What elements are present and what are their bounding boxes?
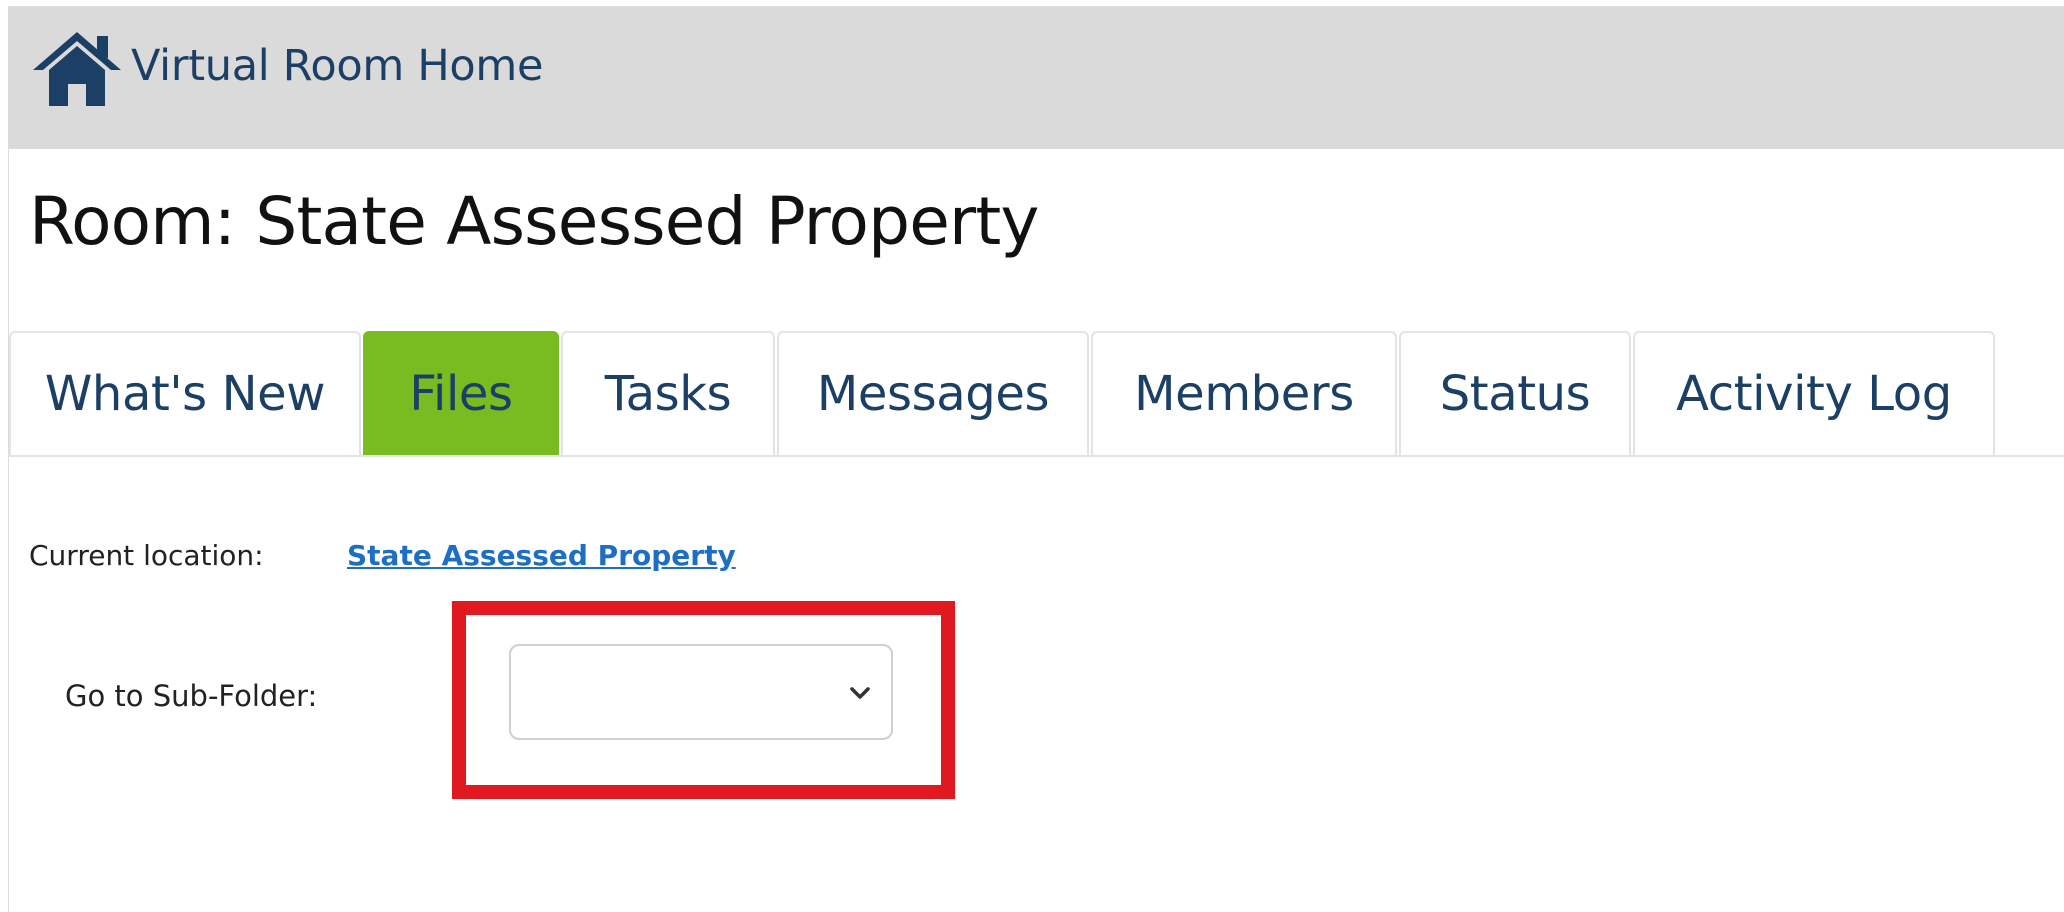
subfolder-label: Go to Sub-Folder: [65,679,318,713]
room-tabs: What's New Files Tasks Messages Members … [9,331,2064,457]
top-navigation-bar: Virtual Room Home [9,7,2064,149]
current-location-label: Current location: [29,538,264,572]
current-location: Current location: State Assessed Propert… [29,533,736,577]
tab-tasks[interactable]: Tasks [561,331,775,455]
tab-members[interactable]: Members [1091,331,1397,455]
tab-whats-new[interactable]: What's New [9,331,361,455]
current-location-link[interactable]: State Assessed Property [347,539,736,572]
virtual-room-home-link[interactable]: Virtual Room Home [27,23,543,109]
tab-activity-log[interactable]: Activity Log [1633,331,1995,455]
house-icon [27,26,127,106]
page-title: Room: State Assessed Property [29,183,1040,260]
tab-messages[interactable]: Messages [777,331,1089,455]
virtual-room-home-label: Virtual Room Home [131,41,544,91]
tab-status[interactable]: Status [1399,331,1631,455]
highlight-annotation-box [452,601,955,799]
page-frame: Virtual Room Home Room: State Assessed P… [8,6,2064,912]
tab-files[interactable]: Files [363,331,559,455]
